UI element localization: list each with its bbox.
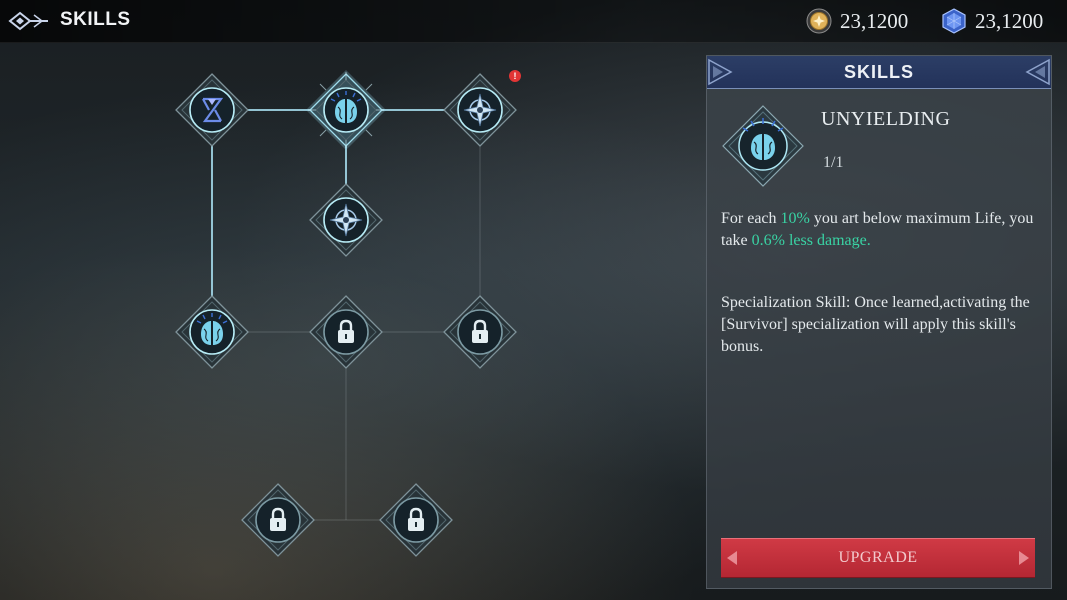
skill-node-unlocked[interactable] (172, 292, 252, 372)
upgrade-label: UPGRADE (838, 549, 918, 566)
lock-icon (443, 295, 517, 369)
back-ornament-icon (8, 11, 48, 31)
desc-highlight-percent: 10% (780, 210, 810, 227)
skill-node-locked[interactable] (306, 292, 386, 372)
skill-node-selected[interactable] (306, 70, 386, 150)
lock-icon (241, 483, 315, 557)
brain-skill-icon (306, 70, 386, 150)
header-ornament-right-icon (1025, 58, 1050, 86)
new-skill-alert-badge: ! (509, 70, 521, 82)
skill-node-unlocked[interactable] (440, 70, 520, 150)
page-title: SKILLS (60, 9, 131, 30)
panel-header: SKILLS (707, 56, 1051, 89)
skill-node-unlocked[interactable] (172, 70, 252, 150)
brain-skill-icon (722, 105, 804, 187)
desc-text-a: For each (721, 210, 781, 227)
header-ornament-left-icon (708, 58, 733, 86)
button-ornament-left-icon (727, 551, 737, 565)
compass-star-icon (443, 73, 517, 147)
skill-tree: ! (0, 42, 700, 600)
skill-node-locked[interactable] (440, 292, 520, 372)
top-bar: SKILLS 23,1200 23,1200 (0, 0, 1067, 43)
skill-node-unlocked[interactable] (306, 180, 386, 260)
desc-highlight-damage: 0.6% less damage. (751, 232, 871, 249)
gem-currency: 23,1200 (941, 8, 1043, 34)
brain-skill-icon (175, 295, 249, 369)
upgrade-button[interactable]: UPGRADE (721, 538, 1035, 578)
gem-amount: 23,1200 (975, 8, 1044, 33)
panel-title: SKILLS (843, 62, 914, 82)
gold-currency: 23,1200 (806, 8, 908, 34)
compass-star-icon (309, 183, 383, 257)
skill-detail-panel: SKILLS UNYIELDING 1/1 For each 10% you a… (706, 55, 1052, 589)
hourglass-rune-icon (175, 73, 249, 147)
gold-amount: 23,1200 (840, 8, 909, 33)
lock-icon (309, 295, 383, 369)
gold-coin-icon (806, 8, 832, 34)
skill-level: 1/1 (823, 154, 844, 171)
blue-gem-icon (942, 8, 966, 34)
lock-icon (379, 483, 453, 557)
specialization-description: Specialization Skill: Once learned,activ… (721, 294, 1030, 355)
button-ornament-right-icon (1019, 551, 1029, 565)
skill-name: UNYIELDING (821, 108, 951, 130)
skill-description: For each 10% you art below maximum Life,… (721, 208, 1041, 252)
skill-node-locked[interactable] (238, 480, 318, 560)
back-button[interactable] (8, 9, 52, 33)
skill-node-locked[interactable] (376, 480, 456, 560)
